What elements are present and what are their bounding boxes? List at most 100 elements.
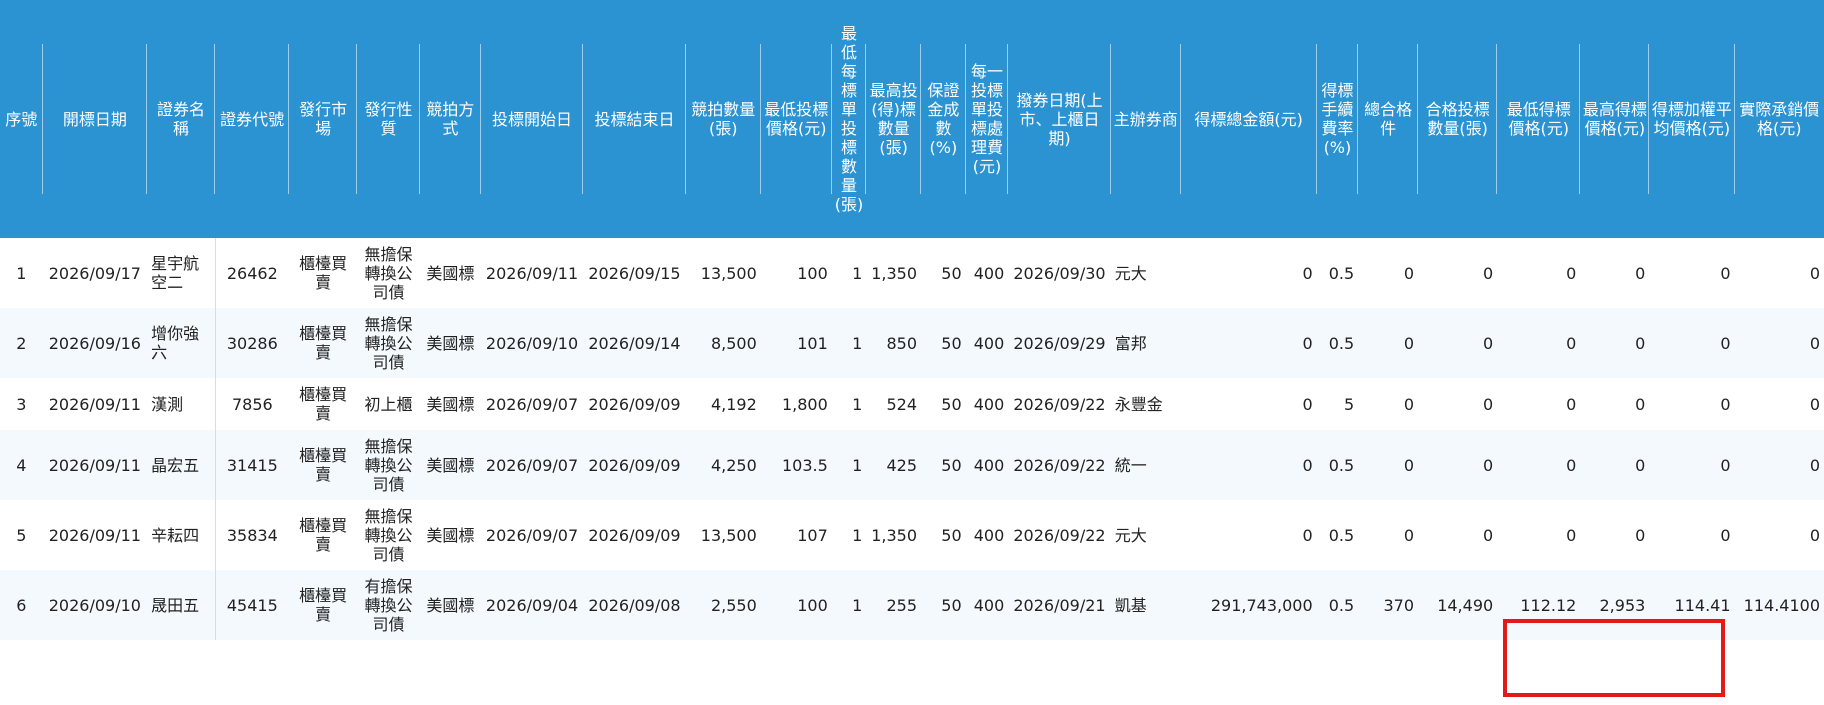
table-cell: 0: [1358, 238, 1419, 308]
table-cell: 3: [0, 378, 43, 430]
table-cell: 1: [831, 308, 867, 378]
table-cell: 凱基: [1110, 570, 1181, 640]
col-header-security-code: 證券代號: [215, 0, 290, 238]
table-cell: 0: [1180, 500, 1317, 570]
table-cell: 2026/09/07: [480, 430, 584, 500]
col-header-processing-fee: 每一投標單投標處理費(元): [965, 0, 1009, 238]
table-cell: 0: [1180, 238, 1317, 308]
table-cell: 元大: [1110, 238, 1181, 308]
table-cell: 0: [1649, 430, 1735, 500]
table-cell: 美國標: [419, 308, 481, 378]
table-cell: 6: [0, 570, 43, 640]
table-cell: 0: [1358, 430, 1419, 500]
table-cell: 美國標: [419, 430, 481, 500]
table-cell: 增你強六: [147, 308, 216, 378]
table-cell: 2026/09/07: [480, 500, 584, 570]
table-cell: 0: [1418, 378, 1498, 430]
table-cell: 0: [1358, 500, 1419, 570]
table-cell: 0: [1649, 308, 1735, 378]
table-cell: 5: [1316, 378, 1359, 430]
col-header-auction-qty: 競拍數量(張): [685, 0, 761, 238]
table-cell: 100: [760, 570, 832, 640]
table-cell: 0: [1734, 308, 1824, 378]
table-cell: 107: [760, 500, 832, 570]
table-cell: 2026/09/30: [1008, 238, 1111, 308]
table-cell: 45415: [215, 570, 290, 640]
table-cell: 400: [965, 238, 1009, 308]
table-cell: 4,250: [685, 430, 761, 500]
table-cell: 美國標: [419, 500, 481, 570]
table-cell: 櫃檯買賣: [289, 378, 358, 430]
table-cell: 112.12: [1497, 570, 1581, 640]
table-cell: 0: [1418, 500, 1498, 570]
table-cell: 2026/09/07: [480, 378, 584, 430]
table-cell: 元大: [1110, 500, 1181, 570]
table-cell: 50: [921, 238, 966, 308]
table-cell: 櫃檯買賣: [289, 430, 358, 500]
table-cell: 1,350: [866, 238, 922, 308]
table-cell: 50: [921, 570, 966, 640]
table-cell: 無擔保轉換公司債: [357, 430, 420, 500]
table-cell: 114.4100: [1734, 570, 1824, 640]
table-cell: 0: [1497, 378, 1581, 430]
table-cell: 50: [921, 308, 966, 378]
col-header-issue-type: 發行性質: [357, 0, 420, 238]
col-header-listing-date: 撥券日期(上市、上櫃日期): [1008, 0, 1112, 238]
table-row: 4 2026/09/11 晶宏五 31415 櫃檯買賣 無擔保轉換公司債 美國標 2026/0…: [0, 430, 1824, 500]
table-cell: 2026/09/22: [1008, 500, 1111, 570]
table-cell: 0.5: [1316, 430, 1359, 500]
table-cell: 2026/09/11: [42, 430, 148, 500]
table-cell: 400: [965, 570, 1009, 640]
col-header-open-date: 開標日期: [42, 0, 148, 238]
table-cell: 5: [0, 500, 43, 570]
table-cell: 2026/09/22: [1008, 378, 1111, 430]
table-cell: 50: [921, 430, 966, 500]
header-row: 序號 開標日期 證券名稱 證券代號 發行市場 發行性質 競拍方式 投標開始日 投…: [0, 0, 1824, 238]
table-cell: 50: [921, 500, 966, 570]
table-cell: 0: [1734, 238, 1824, 308]
table-cell: 2026/09/14: [583, 308, 686, 378]
auction-results-table: 序號 開標日期 證券名稱 證券代號 發行市場 發行性質 競拍方式 投標開始日 投…: [0, 0, 1824, 640]
col-header-max-win-price: 最高得標價格(元): [1580, 0, 1650, 238]
table-cell: 400: [965, 378, 1009, 430]
table-cell: 2026/09/29: [1008, 308, 1111, 378]
table-cell: 400: [965, 500, 1009, 570]
table-cell: 0: [1418, 238, 1498, 308]
col-header-market: 發行市場: [289, 0, 358, 238]
col-header-qualified-count: 總合格件: [1358, 0, 1419, 238]
col-header-margin-ratio: 保證金成數(%): [921, 0, 966, 238]
table-cell: 美國標: [419, 570, 481, 640]
table-cell: 0: [1497, 238, 1581, 308]
table-cell: 255: [866, 570, 922, 640]
table-cell: 0.5: [1316, 308, 1359, 378]
table-cell: 0: [1649, 500, 1735, 570]
table-cell: 0: [1734, 500, 1824, 570]
table-cell: 無擔保轉換公司債: [357, 308, 420, 378]
table-cell: 1: [831, 430, 867, 500]
table-cell: 0: [1497, 308, 1581, 378]
table-cell: 1: [831, 500, 867, 570]
col-header-total-amount: 得標總金額(元): [1180, 0, 1317, 238]
col-header-min-bid-qty: 最低每標單投標數量(張): [831, 0, 867, 238]
table-cell: 850: [866, 308, 922, 378]
table-cell: 1: [0, 238, 43, 308]
table-cell: 0: [1734, 430, 1824, 500]
table-cell: 425: [866, 430, 922, 500]
table-cell: 2026/09/10: [42, 570, 148, 640]
table-cell: 114.41: [1649, 570, 1735, 640]
table-cell: 0.5: [1316, 500, 1359, 570]
table-cell: 0: [1180, 430, 1317, 500]
table-cell: 0: [1580, 238, 1650, 308]
table-body: 1 2026/09/17 星宇航空二 26462 櫃檯買賣 無擔保轉換公司債 美國標 2026…: [0, 238, 1824, 640]
table-cell: 0: [1358, 308, 1419, 378]
table-cell: 初上櫃: [357, 378, 420, 430]
table-cell: 櫃檯買賣: [289, 238, 358, 308]
table-cell: 0: [1580, 500, 1650, 570]
table-cell: 0.5: [1316, 238, 1359, 308]
col-header-max-bid-qty: 最高投(得)標數量(張): [866, 0, 922, 238]
table-cell: 漢測: [147, 378, 216, 430]
table-cell: 35834: [215, 500, 290, 570]
table-cell: 2026/09/04: [480, 570, 584, 640]
table-cell: 0: [1180, 308, 1317, 378]
table-cell: 0: [1418, 308, 1498, 378]
